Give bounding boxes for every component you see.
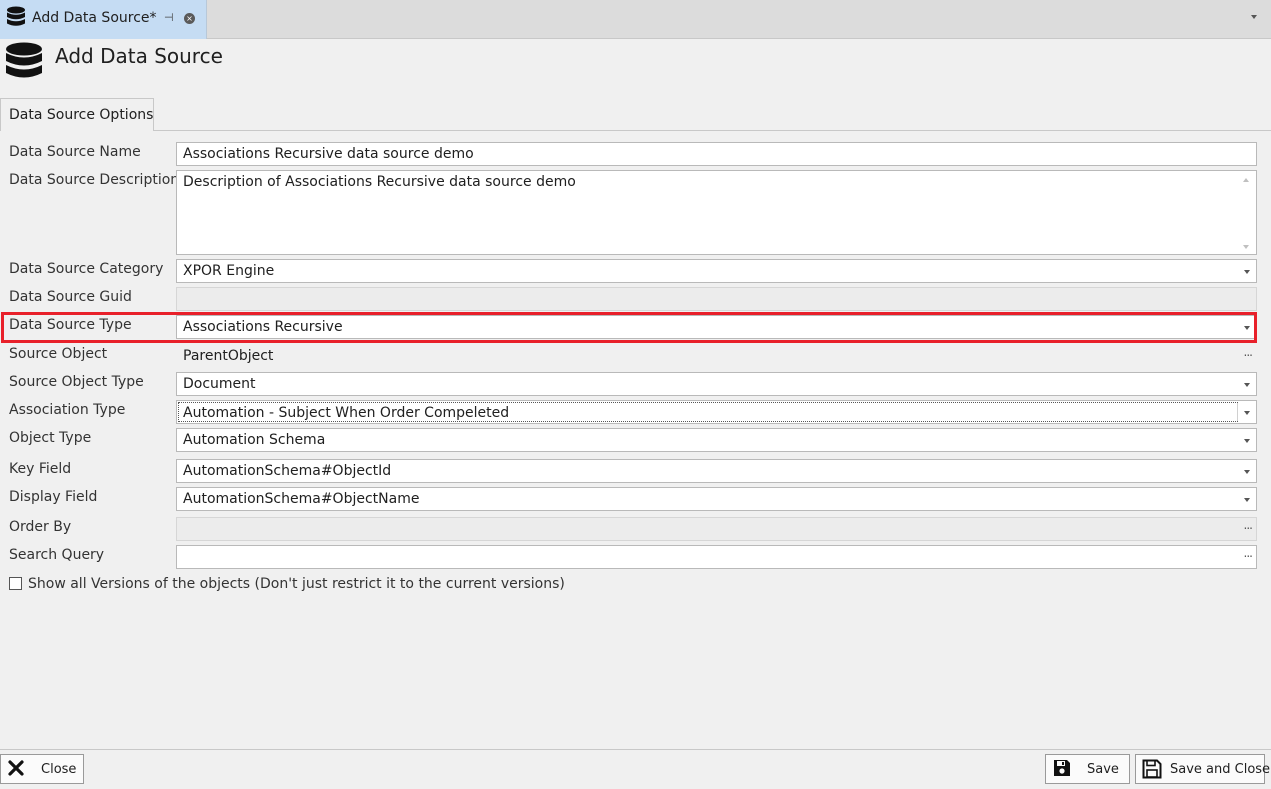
label-data-source-type: Data Source Type [9,317,132,333]
tab-data-source-options[interactable]: Data Source Options [0,98,154,131]
label-order-by: Order By [9,519,72,535]
label-data-source-category: Data Source Category [9,261,164,277]
page-title: Add Data Source [55,44,223,68]
label-association-type: Association Type [9,402,126,418]
show-all-versions-checkbox[interactable] [9,577,22,590]
label-data-source-description: Data Source Description [9,172,180,188]
label-source-object-type: Source Object Type [9,374,144,390]
save-and-close-icon [1142,759,1162,783]
save-and-close-button[interactable]: Save and Close [1135,754,1270,784]
data-source-category-select[interactable]: XPOR Engine [176,259,1257,283]
browse-ellipsis-icon[interactable]: ... [1244,345,1254,359]
display-field-select[interactable]: AutomationSchema#ObjectName [176,487,1257,511]
data-source-description-textarea[interactable]: Description of Associations Recursive da… [176,170,1257,255]
order-by-input[interactable]: ... [176,517,1257,541]
show-all-versions-label: Show all Versions of the objects (Don't … [28,576,565,592]
chevron-down-icon[interactable] [1244,439,1250,443]
chevron-down-icon[interactable] [1244,383,1250,387]
database-icon [5,42,43,88]
browse-ellipsis-icon[interactable]: ... [1244,518,1254,532]
pin-icon[interactable]: ⊣ [164,11,174,24]
label-display-field: Display Field [9,489,98,505]
data-source-name-input[interactable]: Associations Recursive data source demo [176,142,1257,166]
key-field-select[interactable]: AutomationSchema#ObjectId [176,459,1257,483]
label-data-source-name: Data Source Name [9,144,141,160]
close-button-label: Close [41,762,77,777]
combo-separator [1237,403,1238,421]
browse-ellipsis-icon[interactable]: ... [1244,546,1254,560]
label-key-field: Key Field [9,461,72,477]
tab-divider [154,130,1271,131]
close-tab-icon[interactable]: × [184,13,195,24]
scroll-down-icon[interactable] [1243,245,1249,249]
tab-label: Data Source Options [9,107,154,123]
data-source-guid-input [176,287,1257,311]
show-all-versions-row[interactable]: Show all Versions of the objects (Don't … [9,576,565,592]
save-button-label: Save [1087,762,1119,777]
chevron-down-icon[interactable] [1244,498,1250,502]
chevron-down-icon[interactable] [1244,470,1250,474]
source-object-input[interactable]: ParentObject ... [176,344,1257,368]
save-and-close-button-label: Save and Close [1170,762,1271,777]
chevron-down-icon[interactable] [1244,326,1250,330]
document-tab[interactable]: Add Data Source* ⊣ × [0,0,207,39]
label-data-source-guid: Data Source Guid [9,289,132,305]
label-object-type: Object Type [9,430,92,446]
scroll-up-icon[interactable] [1243,178,1249,182]
search-query-input[interactable]: ... [176,545,1257,569]
data-source-type-select[interactable]: Associations Recursive [176,315,1257,339]
label-source-object: Source Object [9,346,108,362]
object-type-select[interactable]: Automation Schema [176,428,1257,452]
tab-list-dropdown-icon[interactable] [1251,15,1257,19]
chevron-down-icon[interactable] [1244,411,1250,415]
database-icon [6,6,26,34]
label-search-query: Search Query [9,547,105,563]
chevron-down-icon[interactable] [1244,270,1250,274]
focus-outline: Automation - Subject When Order Compelet… [178,402,1238,422]
close-button[interactable]: Close [0,754,84,784]
save-button[interactable]: Save [1045,754,1130,784]
source-object-type-select[interactable]: Document [176,372,1257,396]
floppy-disk-icon [1053,759,1071,781]
close-icon [7,759,25,781]
association-type-select[interactable]: Automation - Subject When Order Compelet… [176,400,1257,424]
tab-strip: Add Data Source* ⊣ × [0,0,1271,39]
footer-divider [0,749,1271,750]
tab-title: Add Data Source* [32,10,157,26]
